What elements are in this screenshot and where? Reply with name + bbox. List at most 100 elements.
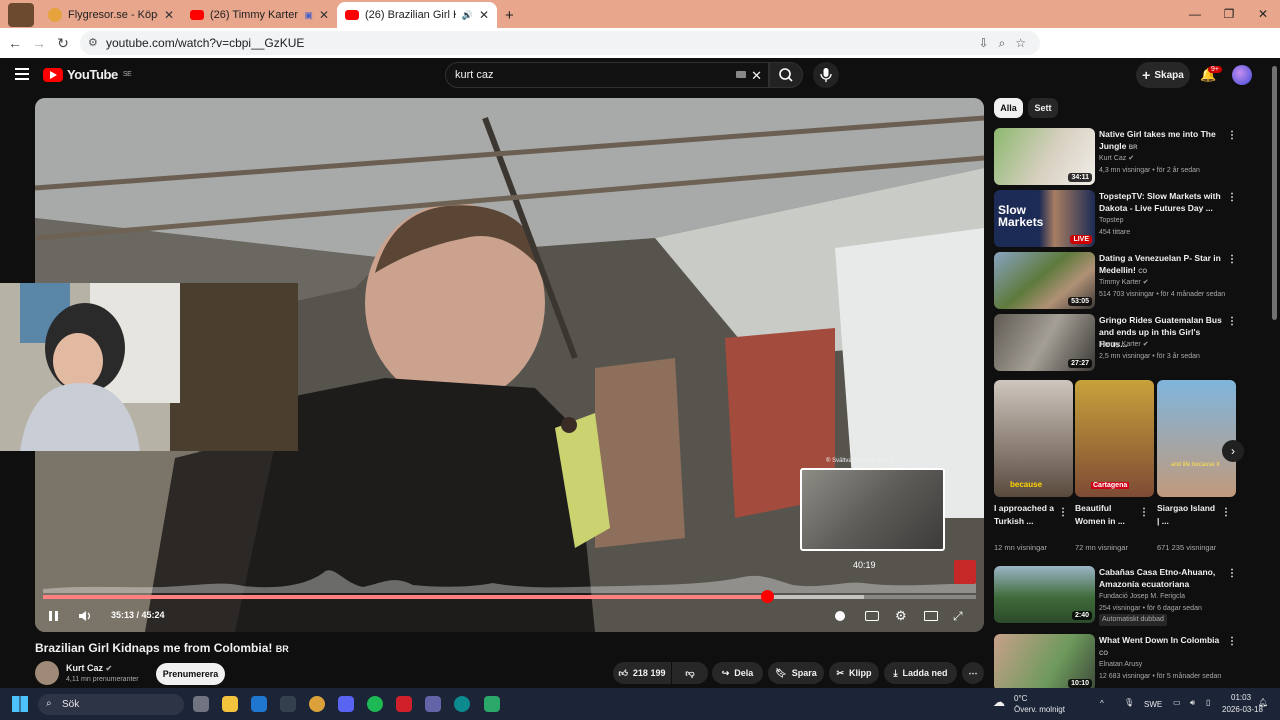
subtitles-button[interactable] — [865, 606, 879, 626]
short-title[interactable]: Beautiful Women in ... — [1075, 502, 1135, 528]
keyboard-icon[interactable] — [736, 71, 746, 78]
forward-icon[interactable]: → — [27, 35, 51, 51]
miniplayer-button[interactable] — [924, 606, 938, 626]
clock-date[interactable]: 2026-03-18 — [1222, 705, 1263, 714]
chip-watched[interactable]: Sett — [1028, 98, 1058, 118]
store-icon[interactable] — [280, 696, 296, 712]
channel-avatar[interactable] — [35, 661, 59, 685]
download-button[interactable]: ⤓ Ladda ned — [884, 662, 957, 684]
tab-brazilian-girl[interactable]: (26) Brazilian Girl Kidnaps n 🔊 ✕ — [337, 2, 497, 28]
input-language[interactable]: SWE — [1144, 700, 1162, 709]
video-title[interactable]: TopstepTV: Slow Markets with Dakota - Li… — [1099, 190, 1224, 214]
minimize-icon[interactable]: — — [1178, 7, 1212, 21]
video-title[interactable]: Dating a Venezuelan P- Star in Medellin!… — [1099, 252, 1224, 278]
site-settings-icon[interactable]: ⚙ — [88, 36, 102, 50]
battery-icon[interactable]: ▯ — [1206, 698, 1210, 707]
video-thumbnail[interactable]: 27:27 — [994, 314, 1095, 371]
tab-timmy-karter[interactable]: (26) Timmy Karter - YouTub ▣ ✕ — [182, 2, 337, 28]
more-vert-icon[interactable]: ⋮ — [1227, 254, 1237, 265]
speaker-icon[interactable]: 🔊 — [462, 10, 473, 21]
close-window-icon[interactable]: ✕ — [1246, 7, 1280, 21]
discord-icon[interactable] — [338, 696, 354, 712]
fullscreen-button[interactable]: ⤢ — [953, 606, 963, 626]
chip-all[interactable]: Alla — [994, 98, 1023, 118]
related-video[interactable]: 2:40 Cabañas Casa Etno-Ahuano, Amazonía … — [994, 566, 1239, 626]
more-vert-icon[interactable]: ⋮ — [1221, 507, 1231, 518]
back-icon[interactable]: ← — [3, 35, 27, 51]
youtube-logo[interactable]: YouTube SE — [43, 67, 132, 82]
search-input[interactable]: kurt caz ✕ — [445, 62, 769, 88]
more-vert-icon[interactable]: ⋮ — [1227, 636, 1237, 647]
close-icon[interactable]: ✕ — [479, 8, 489, 22]
install-app-icon[interactable]: ⇩ — [978, 36, 988, 50]
more-actions-button[interactable]: ⋯ — [962, 662, 984, 684]
microphone-icon[interactable]: 🎙 — [1124, 698, 1134, 707]
progress-bar[interactable] — [43, 590, 976, 603]
more-vert-icon[interactable]: ⋮ — [1227, 130, 1237, 141]
related-video[interactable]: Slow Markets LIVE TopstepTV: Slow Markets… — [994, 190, 1239, 248]
subscribe-watermark[interactable] — [954, 560, 976, 584]
share-button[interactable]: ↪ Dela — [712, 662, 763, 684]
video-title[interactable]: Native Girl takes me into The Jungle BR — [1099, 128, 1224, 154]
close-icon[interactable]: ✕ — [164, 8, 174, 22]
clip-button[interactable]: ✂ Klipp — [829, 662, 879, 684]
outlook-icon[interactable] — [251, 696, 267, 712]
channel-name[interactable]: Kurt Caz ✔ — [1099, 153, 1134, 165]
related-video[interactable]: 53:05 Dating a Venezuelan P- Star in Med… — [994, 252, 1239, 310]
spotify-icon[interactable] — [367, 696, 383, 712]
file-explorer-icon[interactable] — [222, 696, 238, 712]
app-icon[interactable] — [484, 696, 500, 712]
teams-icon[interactable] — [425, 696, 441, 712]
url-field[interactable]: ⚙ youtube.com/watch?v=cbpi__GzKUE ⇩ ⌕ ☆ — [80, 31, 1040, 55]
like-button[interactable]: 👍︎ 218 199 — [613, 662, 671, 684]
chrome-icon[interactable] — [309, 696, 325, 712]
pause-button[interactable] — [47, 606, 61, 626]
channel-name[interactable]: Timmy Karter ✔ — [1099, 277, 1149, 289]
reload-icon[interactable]: ↻ — [51, 35, 75, 52]
notification-center-icon[interactable]: 🔔︎ — [1258, 698, 1268, 707]
related-video[interactable]: 27:27 Gringo Rides Guatemalan Bus and en… — [994, 314, 1239, 372]
short-title[interactable]: Siargao Island | ... — [1157, 502, 1217, 528]
video-thumbnail[interactable]: 34:11 — [994, 128, 1095, 185]
channel-name[interactable]: Timmy Karter ✔ — [1099, 339, 1149, 351]
voice-search-button[interactable] — [813, 62, 839, 88]
video-thumbnail[interactable]: 2:40 — [994, 566, 1095, 623]
network-icon[interactable]: ▭ — [1173, 698, 1181, 707]
volume-icon[interactable]: 🔊︎ — [1190, 698, 1195, 708]
more-vert-icon[interactable]: ⋮ — [1227, 192, 1237, 203]
search-button[interactable] — [769, 62, 803, 88]
scrubber-knob[interactable] — [761, 590, 774, 603]
new-tab-button[interactable]: + — [497, 2, 527, 28]
subscribe-button[interactable]: Prenumerera — [156, 663, 225, 685]
edge-icon[interactable] — [454, 696, 470, 712]
settings-button[interactable]: ⚙ — [895, 606, 907, 626]
account-avatar[interactable] — [1232, 65, 1252, 85]
video-thumbnail[interactable]: 10:10 — [994, 634, 1095, 688]
tab-flygresor[interactable]: Flygresor.se - Köpenhamn till B ✕ — [40, 2, 182, 28]
short-title[interactable]: I approached a Turkish ... — [994, 502, 1054, 528]
short-thumbnail[interactable]: because — [994, 380, 1073, 497]
taskbar-search[interactable]: ⌕ Sök — [38, 694, 184, 715]
menu-icon[interactable] — [15, 68, 29, 80]
video-thumbnail[interactable]: Slow Markets LIVE — [994, 190, 1095, 247]
more-vert-icon[interactable]: ⋮ — [1058, 507, 1068, 518]
windows-start-icon[interactable] — [12, 696, 28, 712]
maximize-icon[interactable]: ❐ — [1212, 7, 1246, 21]
zoom-icon[interactable]: ⌕ — [999, 36, 1006, 51]
video-title[interactable]: Cabañas Casa Etno-Ahuano, Amazonía ecuat… — [1099, 566, 1224, 590]
app-icon[interactable] — [396, 696, 412, 712]
channel-name[interactable]: Elnatan Arusy — [1099, 659, 1142, 671]
volume-button[interactable] — [78, 606, 94, 626]
autoplay-toggle[interactable] — [835, 606, 845, 626]
more-vert-icon[interactable]: ⋮ — [1227, 568, 1237, 579]
clock-time[interactable]: 01:03 — [1231, 693, 1251, 702]
dislike-button[interactable]: 👎︎ — [672, 662, 708, 684]
profile-tab-icon[interactable] — [0, 2, 40, 28]
close-icon[interactable]: ✕ — [319, 8, 329, 22]
tray-up-arrow-icon[interactable]: ^ — [1100, 699, 1104, 708]
short-thumbnail[interactable]: Cartagena — [1075, 380, 1154, 497]
page-scrollbar[interactable] — [1272, 66, 1277, 320]
channel-name[interactable]: Fundació Josep M. Ferigcla — [1099, 591, 1185, 603]
video-title[interactable]: What Went Down In Colombia CO — [1099, 634, 1224, 660]
shorts-next-button[interactable]: › — [1222, 440, 1244, 462]
